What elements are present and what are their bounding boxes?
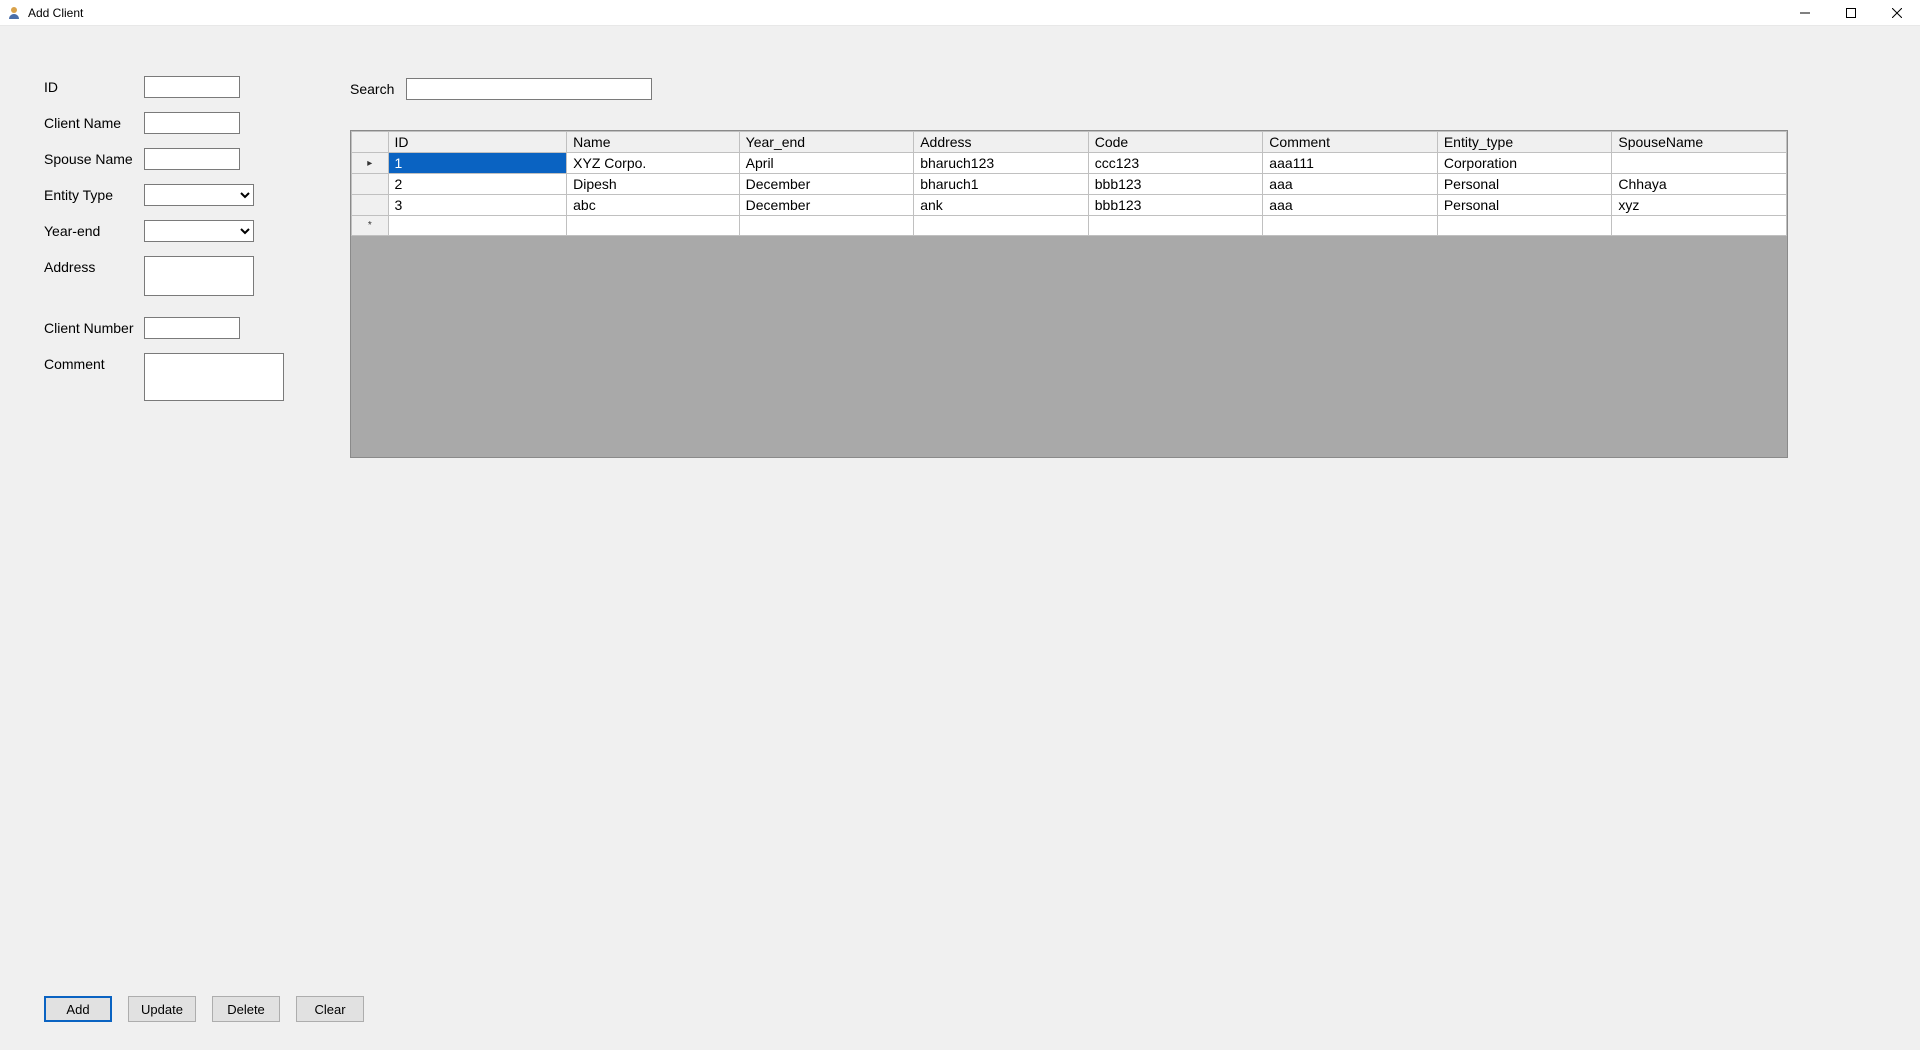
app-icon [6, 5, 22, 21]
cell-entity-type[interactable]: Personal [1437, 174, 1612, 195]
clear-button[interactable]: Clear [296, 996, 364, 1022]
cell-id[interactable]: 3 [388, 195, 567, 216]
col-entity-type[interactable]: Entity_type [1437, 132, 1612, 153]
year-end-label: Year-end [44, 220, 144, 239]
col-year-end[interactable]: Year_end [739, 132, 914, 153]
client-name-label: Client Name [44, 112, 144, 131]
cell-address[interactable] [914, 216, 1089, 236]
comment-label: Comment [44, 353, 144, 372]
cell-year-end[interactable]: December [739, 195, 914, 216]
cell-code[interactable] [1088, 216, 1263, 236]
row-indicator-current: ▸ [352, 153, 389, 174]
cell-spouse-name[interactable]: xyz [1612, 195, 1787, 216]
address-label: Address [44, 256, 144, 275]
cell-name[interactable]: abc [567, 195, 740, 216]
cell-address[interactable]: bharuch1 [914, 174, 1089, 195]
row-indicator-new: * [352, 216, 389, 236]
form-panel: ID Client Name Spouse Name Entity Type Y… [44, 76, 304, 418]
cell-spouse-name[interactable] [1612, 153, 1787, 174]
cell-entity-type[interactable] [1437, 216, 1612, 236]
cell-id[interactable] [388, 216, 567, 236]
comment-input[interactable] [144, 353, 284, 401]
cell-year-end[interactable]: December [739, 174, 914, 195]
col-spouse-name[interactable]: SpouseName [1612, 132, 1787, 153]
col-name[interactable]: Name [567, 132, 740, 153]
entity-type-label: Entity Type [44, 184, 144, 203]
client-grid[interactable]: ID Name Year_end Address Code Comment En… [350, 130, 1788, 458]
table-row[interactable]: 3 abc December ank bbb123 aaa Personal x… [352, 195, 1787, 216]
spouse-name-input[interactable] [144, 148, 240, 170]
id-input[interactable] [144, 76, 240, 98]
address-input[interactable] [144, 256, 254, 296]
search-input[interactable] [406, 78, 652, 100]
client-name-input[interactable] [144, 112, 240, 134]
col-address[interactable]: Address [914, 132, 1089, 153]
cell-id[interactable]: 1 [388, 153, 567, 174]
col-code[interactable]: Code [1088, 132, 1263, 153]
client-form-body: ID Client Name Spouse Name Entity Type Y… [0, 26, 1920, 1050]
cell-comment[interactable] [1263, 216, 1438, 236]
cell-id[interactable]: 2 [388, 174, 567, 195]
col-comment[interactable]: Comment [1263, 132, 1438, 153]
cell-year-end[interactable] [739, 216, 914, 236]
cell-comment[interactable]: aaa [1263, 174, 1438, 195]
search-label: Search [350, 81, 394, 97]
year-end-select[interactable] [144, 220, 254, 242]
cell-name[interactable]: XYZ Corpo. [567, 153, 740, 174]
update-button[interactable]: Update [128, 996, 196, 1022]
id-label: ID [44, 76, 144, 95]
close-button[interactable] [1874, 0, 1920, 26]
cell-code[interactable]: ccc123 [1088, 153, 1263, 174]
cell-comment[interactable]: aaa [1263, 195, 1438, 216]
client-number-input[interactable] [144, 317, 240, 339]
title-bar: Add Client [0, 0, 1920, 26]
table-new-row[interactable]: * [352, 216, 1787, 236]
cell-spouse-name[interactable]: Chhaya [1612, 174, 1787, 195]
cell-name[interactable]: Dipesh [567, 174, 740, 195]
row-indicator [352, 195, 389, 216]
cell-address[interactable]: bharuch123 [914, 153, 1089, 174]
cell-spouse-name[interactable] [1612, 216, 1787, 236]
cell-comment[interactable]: aaa111 [1263, 153, 1438, 174]
table-row[interactable]: 2 Dipesh December bharuch1 bbb123 aaa Pe… [352, 174, 1787, 195]
row-indicator [352, 174, 389, 195]
add-button[interactable]: Add [44, 996, 112, 1022]
cell-address[interactable]: ank [914, 195, 1089, 216]
cell-code[interactable]: bbb123 [1088, 195, 1263, 216]
table-row[interactable]: ▸ 1 XYZ Corpo. April bharuch123 ccc123 a… [352, 153, 1787, 174]
window-title: Add Client [28, 6, 83, 20]
button-bar: Add Update Delete Clear [44, 996, 364, 1022]
spouse-name-label: Spouse Name [44, 148, 144, 167]
entity-type-select[interactable] [144, 184, 254, 206]
minimize-button[interactable] [1782, 0, 1828, 26]
cell-year-end[interactable]: April [739, 153, 914, 174]
cell-entity-type[interactable]: Personal [1437, 195, 1612, 216]
cell-entity-type[interactable]: Corporation [1437, 153, 1612, 174]
cell-name[interactable] [567, 216, 740, 236]
col-id[interactable]: ID [388, 132, 567, 153]
cell-code[interactable]: bbb123 [1088, 174, 1263, 195]
maximize-button[interactable] [1828, 0, 1874, 26]
grid-header-row: ID Name Year_end Address Code Comment En… [352, 132, 1787, 153]
delete-button[interactable]: Delete [212, 996, 280, 1022]
search-area: Search [350, 78, 652, 100]
grid-corner[interactable] [352, 132, 389, 153]
client-number-label: Client Number [44, 317, 144, 336]
